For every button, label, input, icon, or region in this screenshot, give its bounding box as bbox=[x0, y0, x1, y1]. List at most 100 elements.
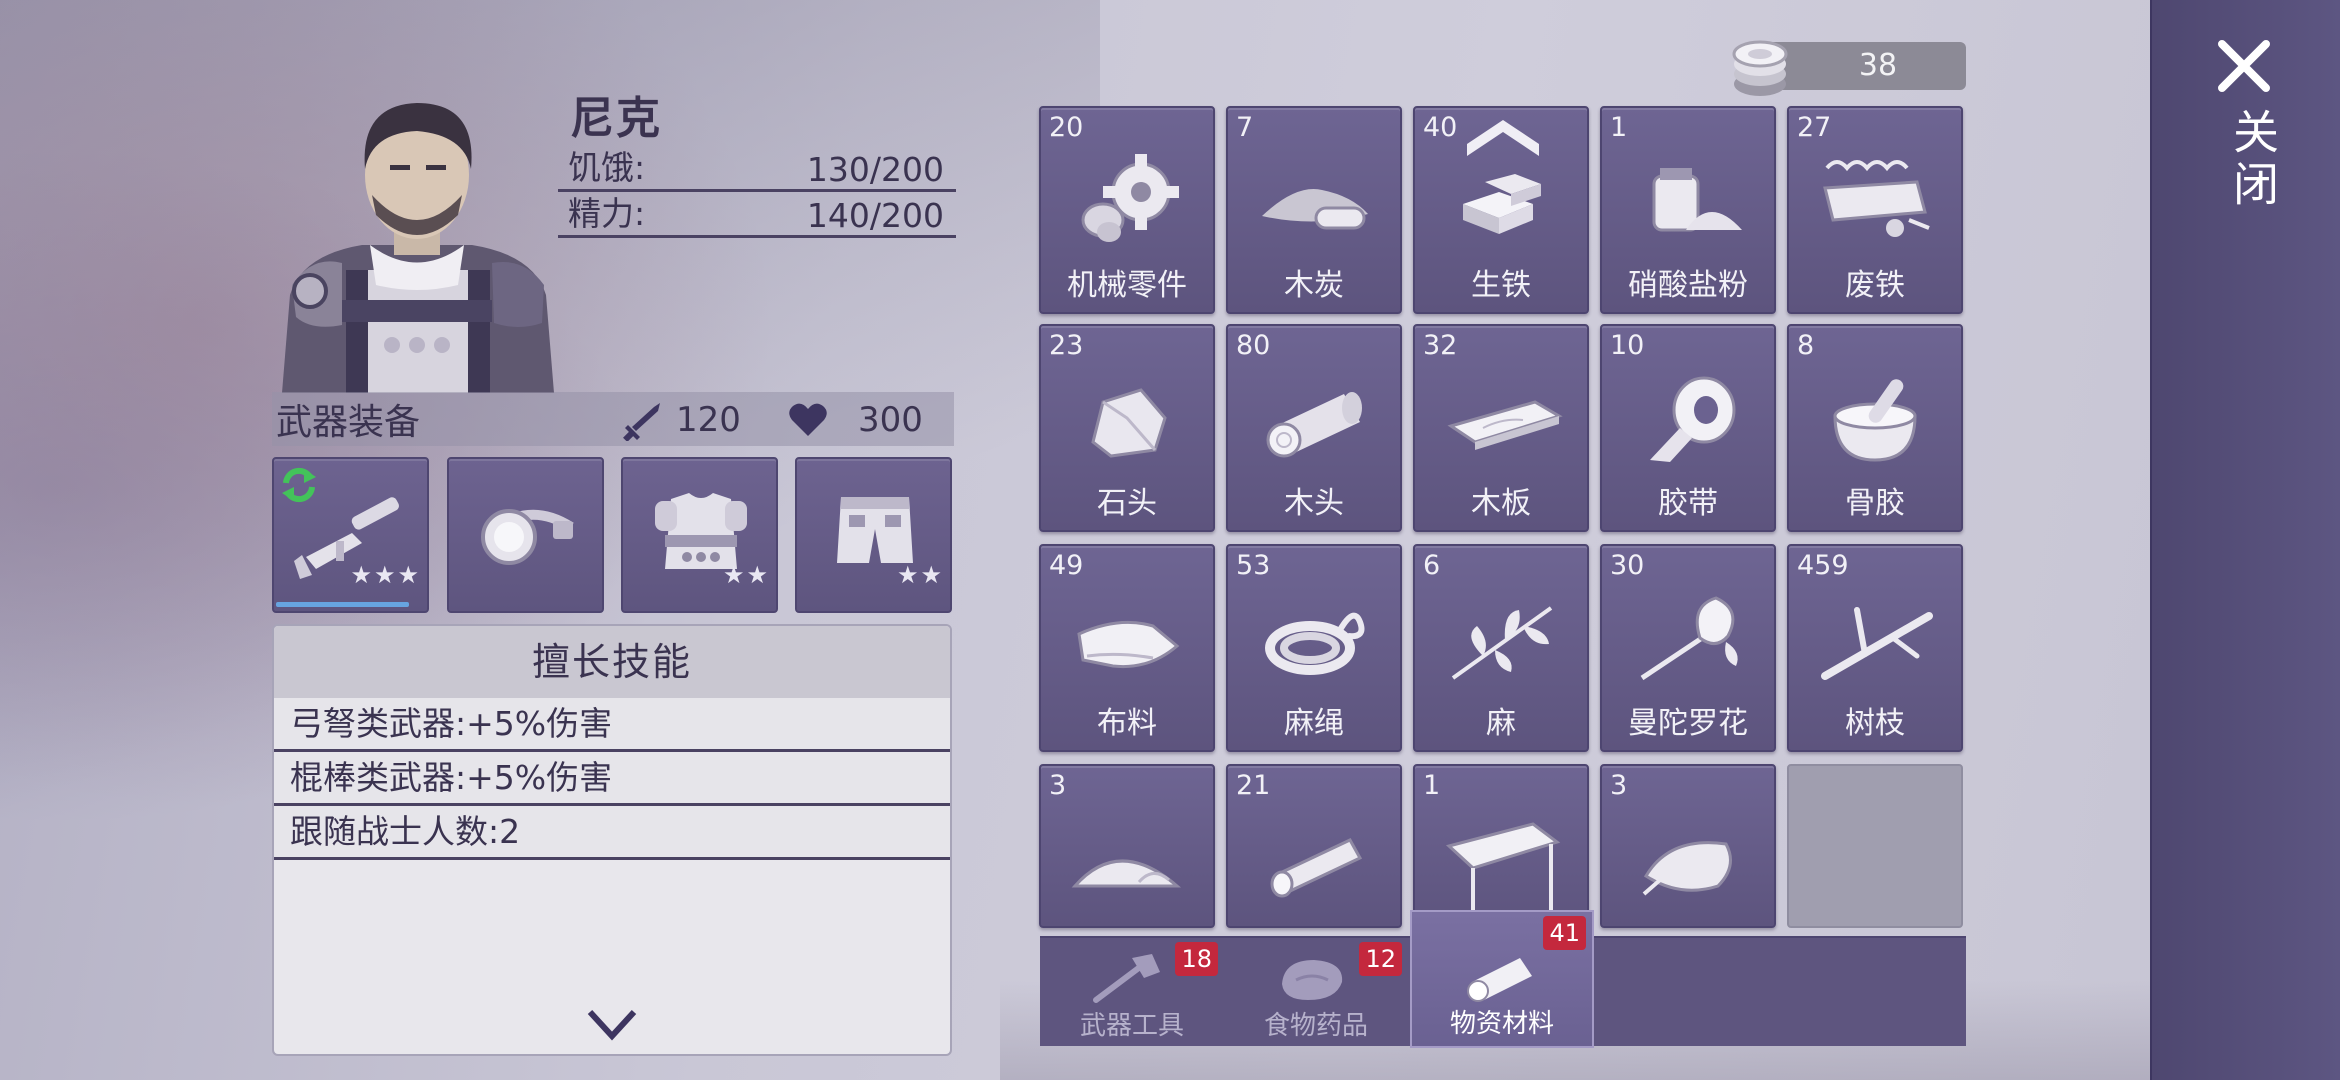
tab-badge: 12 bbox=[1359, 942, 1402, 976]
sword-icon bbox=[623, 403, 660, 441]
hunger-value: 130/200 bbox=[806, 150, 944, 189]
item-label: 胶带 bbox=[1658, 486, 1718, 521]
item-label: 机械零件 bbox=[1067, 268, 1187, 303]
inventory-cell[interactable]: 20 机械零件 bbox=[1039, 106, 1215, 314]
close-icon bbox=[2218, 40, 2270, 92]
item-count: 10 bbox=[1610, 330, 1645, 361]
tab-weapons-tools[interactable]: 18 武器工具 bbox=[1040, 938, 1224, 1048]
equip-slot-legs[interactable]: ★★ bbox=[795, 457, 952, 613]
inventory-cell[interactable]: 23 石头 bbox=[1039, 324, 1215, 532]
item-count: 8 bbox=[1797, 330, 1815, 361]
coin-stack-icon bbox=[1732, 40, 1788, 96]
hunger-stat: 饥饿: 130/200 bbox=[558, 148, 956, 192]
inventory-cell[interactable]: 10 胶带 bbox=[1600, 324, 1776, 532]
inventory-cell[interactable]: 1 bbox=[1413, 764, 1589, 928]
inventory-cell[interactable]: 8 骨胶 bbox=[1787, 324, 1963, 532]
item-count: 7 bbox=[1236, 112, 1254, 143]
equipment-title: 武器装备 bbox=[276, 402, 421, 443]
rarity-stars: ★★★ bbox=[350, 561, 421, 589]
saltpeter-icon bbox=[1652, 168, 1742, 232]
item-count: 23 bbox=[1049, 330, 1084, 361]
axe-icon bbox=[1093, 954, 1160, 1003]
plank-icon bbox=[1447, 400, 1563, 450]
item-count: 21 bbox=[1236, 770, 1271, 801]
category-tab-bar: 18 武器工具 12 食物药品 41 物资材料 bbox=[1040, 910, 1966, 1048]
inventory-cell[interactable]: 3 bbox=[1600, 764, 1776, 928]
close-button[interactable]: 关闭 bbox=[2204, 36, 2288, 226]
inventory-cell[interactable]: 21 bbox=[1226, 764, 1402, 928]
stone-icon bbox=[1091, 388, 1167, 458]
bone-glue-icon bbox=[1833, 379, 1917, 462]
item-label: 木板 bbox=[1471, 486, 1531, 521]
inventory-cell[interactable]: 7 木炭 bbox=[1226, 106, 1402, 314]
equip-slot-body[interactable]: ★★ bbox=[621, 457, 778, 613]
branch-icon bbox=[1821, 607, 1933, 680]
item-count: 1 bbox=[1423, 770, 1441, 801]
currency-value: 38 bbox=[1858, 48, 1898, 83]
inventory-cell[interactable]: 3 bbox=[1039, 764, 1215, 928]
inventory-cell[interactable]: 30 曼陀罗花 bbox=[1600, 544, 1776, 752]
item-count: 3 bbox=[1610, 770, 1628, 801]
inventory-cell[interactable]: 40 生铁 bbox=[1413, 106, 1589, 314]
rarity-stars: ★★ bbox=[722, 561, 770, 589]
skill-row: 弓弩类武器:+5%伤害 bbox=[274, 698, 950, 752]
character-portrait bbox=[282, 103, 554, 393]
rope-icon bbox=[1265, 612, 1365, 675]
energy-label: 精力: bbox=[568, 194, 646, 233]
inventory-cell[interactable]: 1 硝酸盐粉 bbox=[1600, 106, 1776, 314]
item-label: 硝酸盐粉 bbox=[1628, 268, 1748, 303]
close-label: 关闭 bbox=[2226, 108, 2280, 212]
item-count: 6 bbox=[1423, 550, 1441, 581]
inventory-cell[interactable]: 27 废铁 bbox=[1787, 106, 1963, 314]
gear-icon bbox=[1081, 154, 1179, 242]
rarity-stars: ★★ bbox=[896, 561, 944, 589]
item-count: 40 bbox=[1423, 112, 1458, 143]
currency-display: 38 bbox=[1730, 34, 1966, 100]
health-value: 300 bbox=[858, 400, 923, 440]
item-label: 曼陀罗花 bbox=[1628, 706, 1748, 741]
tab-food-medicine[interactable]: 12 食物药品 bbox=[1224, 938, 1408, 1048]
inventory-cell[interactable]: 80 木头 bbox=[1226, 324, 1402, 532]
item-label: 布料 bbox=[1097, 706, 1157, 741]
item-count: 3 bbox=[1049, 770, 1067, 801]
item-label: 麻 bbox=[1486, 706, 1516, 741]
attack-value: 120 bbox=[676, 400, 741, 440]
item-count: 20 bbox=[1049, 112, 1084, 143]
tab-badge: 18 bbox=[1175, 942, 1218, 976]
log-icon bbox=[1266, 392, 1362, 458]
log-icon bbox=[1467, 958, 1532, 1002]
powder-pile-icon bbox=[1071, 859, 1182, 888]
equip-slot-weapon[interactable]: ★★★ bbox=[272, 457, 429, 613]
inventory-cell-empty bbox=[1787, 764, 1963, 928]
item-count: 80 bbox=[1236, 330, 1271, 361]
charcoal-icon bbox=[1262, 189, 1368, 230]
datura-flower-icon bbox=[1640, 596, 1738, 681]
item-label: 木炭 bbox=[1284, 268, 1344, 303]
equip-slot-head[interactable] bbox=[447, 457, 604, 613]
skills-title: 擅长技能 bbox=[274, 626, 950, 698]
inventory-cell[interactable]: 53 麻绳 bbox=[1226, 544, 1402, 752]
cloth-icon bbox=[1077, 620, 1180, 669]
item-count: 27 bbox=[1797, 112, 1832, 143]
inventory-cell[interactable]: 49 布料 bbox=[1039, 544, 1215, 752]
heart-icon bbox=[789, 403, 827, 436]
chevron-down-icon[interactable] bbox=[584, 1004, 640, 1044]
inventory-cell[interactable]: 6 麻 bbox=[1413, 544, 1589, 752]
item-count: 30 bbox=[1610, 550, 1645, 581]
item-label: 石头 bbox=[1097, 486, 1157, 521]
equipment-header: 武器装备 120 300 bbox=[272, 392, 954, 446]
item-label: 麻绳 bbox=[1284, 706, 1344, 741]
sack-icon bbox=[1642, 841, 1732, 896]
skill-row: 棍棒类武器:+5%伤害 bbox=[274, 752, 950, 806]
item-count: 32 bbox=[1423, 330, 1458, 361]
inventory-cell[interactable]: 32 木板 bbox=[1413, 324, 1589, 532]
tab-materials[interactable]: 41 物资材料 bbox=[1410, 910, 1594, 1048]
inventory-cell[interactable]: 459 树枝 bbox=[1787, 544, 1963, 752]
tab-label: 武器工具 bbox=[1079, 1011, 1184, 1041]
character-name: 尼克 bbox=[570, 93, 662, 144]
durability-bar bbox=[276, 602, 410, 607]
item-label: 树枝 bbox=[1845, 706, 1905, 741]
item-label: 生铁 bbox=[1471, 268, 1531, 303]
headlamp-icon bbox=[481, 509, 574, 565]
pipe-icon bbox=[1270, 838, 1363, 898]
